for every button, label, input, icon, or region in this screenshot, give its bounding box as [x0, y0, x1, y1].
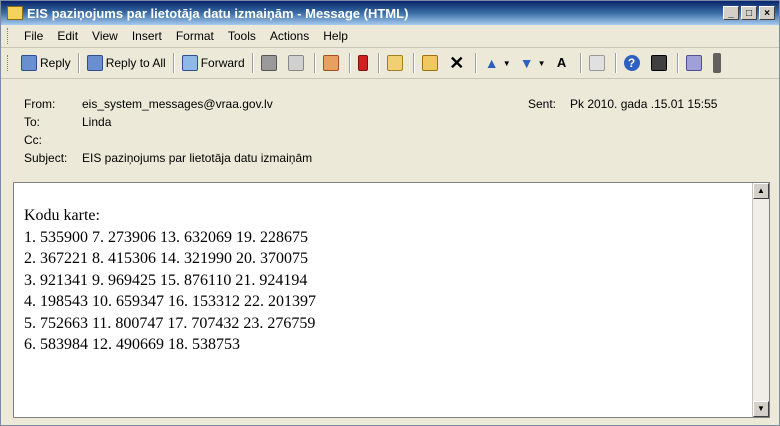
toolbar-separator	[172, 53, 175, 73]
options-button[interactable]	[682, 53, 709, 73]
reply-all-button[interactable]: Reply to All	[83, 53, 170, 73]
toolbar-separator	[377, 53, 380, 73]
print-icon	[260, 55, 277, 71]
flag-icon	[357, 55, 368, 71]
close-button[interactable]: ×	[759, 6, 775, 20]
toolbar-separator	[348, 53, 351, 73]
font-size-button[interactable]: A	[550, 53, 577, 73]
vertical-scrollbar[interactable]: ▲ ▼	[752, 183, 769, 417]
from-label: From:	[24, 97, 56, 111]
title-bar: EIS paziņojums par lietotāja datu izmaiņ…	[1, 1, 779, 25]
subject-label: Subject:	[24, 151, 68, 165]
forward-icon	[181, 55, 198, 71]
message-header: From: eis_system_messages@vraa.gov.lv To…	[1, 79, 779, 191]
body-line: 1. 535900 7. 273906 13. 632069 19. 22867…	[24, 228, 308, 246]
toolbar-separator	[412, 53, 415, 73]
menu-help[interactable]: Help	[316, 27, 355, 45]
copy-icon	[287, 55, 304, 71]
print-button[interactable]	[257, 53, 284, 73]
menu-bar: File Edit View Insert Format Tools Actio…	[1, 25, 779, 48]
scroll-up-button[interactable]: ▲	[753, 183, 769, 199]
menu-actions[interactable]: Actions	[263, 27, 316, 45]
toolbar-separator	[77, 53, 80, 73]
envelope-icon	[7, 6, 23, 20]
toolbar: Reply Reply to All Forward ✕ ▲ ▼ ▼ ▼ A ?	[1, 48, 779, 79]
sent-label: Sent:	[528, 97, 557, 111]
contacts-icon	[650, 55, 667, 71]
translate-button[interactable]	[585, 53, 612, 73]
toolbar-separator	[313, 53, 316, 73]
envelope-open-icon	[386, 55, 403, 71]
menu-file[interactable]: File	[17, 27, 50, 45]
body-line: 4. 198543 10. 659347 16. 153312 22. 2013…	[24, 293, 316, 310]
body-line: Kodu karte:	[24, 207, 100, 224]
translate-icon	[588, 55, 605, 71]
minimize-button[interactable]: _	[723, 6, 739, 20]
move-folder-button[interactable]	[418, 53, 445, 73]
arrow-down-icon: ▼	[519, 55, 534, 71]
sent-value: Pk 2010. gada .15.01 15:55	[570, 97, 718, 111]
help-button[interactable]: ?	[620, 53, 647, 73]
contacts-button[interactable]	[647, 53, 674, 73]
flag-button[interactable]	[354, 53, 375, 73]
body-line: 3. 921341 9. 969425 15. 876110 21. 92419…	[24, 271, 308, 289]
toolbar-overflow-button[interactable]	[709, 51, 728, 75]
subject-value: EIS paziņojums par lietotāja datu izmaiņ…	[82, 151, 313, 165]
body-content: Kodu karte: 1. 535900 7. 273906 13. 6320…	[24, 205, 316, 356]
reply-button[interactable]: Reply	[17, 53, 75, 73]
menu-format[interactable]: Format	[169, 27, 221, 45]
menu-edit[interactable]: Edit	[50, 27, 85, 45]
message-window: EIS paziņojums par lietotāja datu izmaiņ…	[0, 0, 780, 426]
toolbar-separator	[614, 53, 617, 73]
delete-button[interactable]: ✕	[445, 53, 472, 73]
body-line: 6. 583984 12. 490669 18. 538753	[24, 336, 240, 353]
font-size-icon: A	[556, 55, 567, 70]
chevron-down-icon	[712, 53, 721, 73]
window-title: EIS paziņojums par lietotāja datu izmaiņ…	[27, 5, 409, 21]
help-icon: ?	[623, 55, 640, 71]
menu-view[interactable]: View	[85, 27, 125, 45]
menu-grip	[7, 28, 11, 44]
toolbar-separator	[474, 53, 477, 73]
body-line: 2. 367221 8. 415306 14. 321990 20. 37007…	[24, 250, 308, 267]
reply-label: Reply	[40, 56, 71, 70]
toolbar-separator	[251, 53, 254, 73]
message-body[interactable]: Kodu karte: 1. 535900 7. 273906 13. 6320…	[13, 182, 770, 418]
folder-icon	[421, 55, 438, 71]
menu-insert[interactable]: Insert	[125, 27, 169, 45]
from-value[interactable]: eis_system_messages@vraa.gov.lv	[82, 97, 273, 111]
forward-label: Forward	[200, 56, 245, 70]
menu-tools[interactable]: Tools	[221, 27, 263, 45]
body-line: 5. 752663 11. 800747 17. 707432 23. 2767…	[24, 314, 316, 332]
reply-icon	[21, 55, 37, 71]
delete-icon: ✕	[449, 53, 465, 73]
maximize-button[interactable]: □	[741, 6, 757, 20]
arrow-up-icon: ▲	[484, 55, 499, 71]
options-icon	[685, 55, 702, 71]
previous-item-button[interactable]: ▲ ▼	[480, 53, 515, 73]
cc-label: Cc:	[24, 133, 42, 147]
toolbar-separator	[676, 53, 679, 73]
toolbar-separator	[579, 53, 582, 73]
forward-button[interactable]: Forward	[178, 53, 249, 73]
toolbar-grip	[7, 55, 11, 71]
reply-all-icon	[86, 55, 103, 71]
reply-all-label: Reply to All	[105, 56, 166, 70]
copy-button[interactable]	[284, 53, 311, 73]
junk-mail-icon	[322, 55, 339, 71]
categorize-button[interactable]	[383, 53, 410, 73]
next-item-button[interactable]: ▼ ▼	[515, 53, 550, 73]
to-label: To:	[24, 115, 41, 129]
scroll-down-button[interactable]: ▼	[753, 401, 769, 417]
junk-button[interactable]	[319, 53, 346, 73]
to-value[interactable]: Linda	[82, 115, 111, 129]
